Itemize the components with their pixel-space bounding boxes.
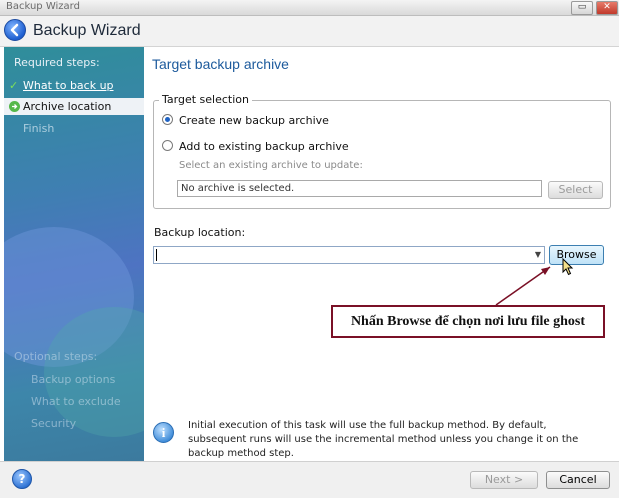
annotation-arrow [495, 266, 551, 306]
restore-button[interactable]: ▭ [571, 1, 593, 15]
step-archive-location[interactable]: Archive location [4, 98, 144, 115]
wizard-title: Backup Wizard [33, 22, 141, 39]
window-title: Backup Wizard [6, 1, 80, 12]
wizard-content: Target backup archive Target selection C… [144, 47, 619, 461]
window-titlebar: Backup Wizard ▭ ✕ [0, 0, 619, 16]
step-what-to-back-up[interactable]: What to back up [23, 79, 114, 92]
close-button[interactable]: ✕ [596, 1, 618, 15]
required-steps-heading: Required steps: [14, 56, 100, 69]
info-message: Initial execution of this task will use … [188, 420, 579, 459]
optional-step-security: Security [31, 417, 77, 430]
steps-sidebar: Required steps: ✓ What to back up Archiv… [4, 47, 144, 461]
info-icon: i [153, 422, 174, 443]
back-arrow-icon[interactable] [4, 19, 26, 41]
optional-step-what-to-exclude: What to exclude [31, 395, 121, 408]
step-archive-location-label: Archive location [23, 100, 112, 113]
optional-steps-heading: Optional steps: [14, 350, 98, 363]
help-icon[interactable]: ? [12, 469, 32, 489]
step-finish: Finish [23, 122, 55, 135]
optional-step-backup-options: Backup options [31, 373, 116, 386]
wizard-header: Backup Wizard [0, 16, 619, 47]
checkmark-icon: ✓ [9, 79, 19, 92]
current-step-arrow-icon [9, 101, 20, 112]
annotation-callout: Nhấn Browse để chọn nơi lưu file ghost [331, 305, 605, 338]
next-button[interactable]: Next > [470, 471, 538, 489]
cancel-button[interactable]: Cancel [546, 471, 610, 489]
wizard-footer: ? Next > Cancel [0, 461, 619, 498]
